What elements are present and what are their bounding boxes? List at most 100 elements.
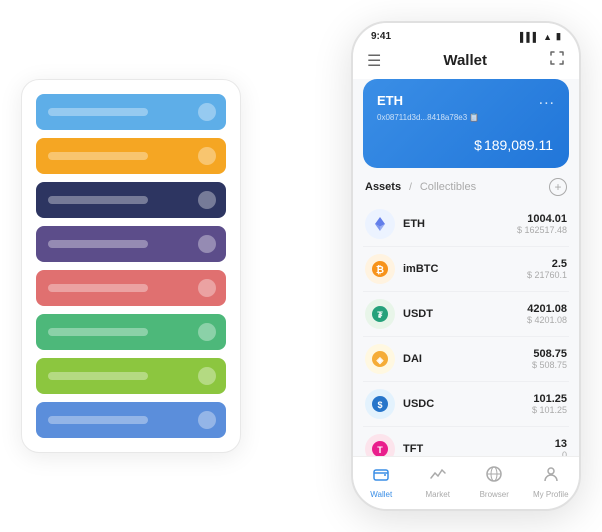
nav-profile[interactable]: My Profile	[523, 465, 580, 499]
asset-name: imBTC	[403, 263, 527, 275]
asset-amount-usd: $ 4201.08	[527, 315, 567, 325]
card-icon	[198, 411, 216, 429]
menu-icon[interactable]: ☰	[367, 51, 381, 71]
list-item[interactable]	[36, 402, 226, 438]
eth-asset-icon	[365, 209, 395, 239]
browser-nav-icon	[485, 465, 503, 488]
asset-name: ETH	[403, 218, 517, 230]
asset-amount-usd: $ 101.25	[532, 405, 567, 415]
asset-name: USDC	[403, 398, 532, 410]
scene: 9:41 ▌▌▌ ▲ ▮ ☰ Wallet ETH ...	[21, 16, 581, 516]
profile-nav-label: My Profile	[533, 490, 569, 499]
status-bar: 9:41 ▌▌▌ ▲ ▮	[353, 23, 579, 46]
card-icon	[198, 191, 216, 209]
asset-name: DAI	[403, 353, 532, 365]
list-item[interactable]	[36, 182, 226, 218]
table-row[interactable]: T TFT 13 0	[363, 427, 569, 456]
asset-amount-usd: $ 21760.1	[527, 270, 567, 280]
card-label	[48, 152, 148, 160]
asset-amounts: 4201.08 $ 4201.08	[527, 303, 567, 325]
asset-amounts: 1004.01 $ 162517.48	[517, 213, 567, 235]
phone-header: ☰ Wallet	[353, 46, 579, 79]
wallet-nav-label: Wallet	[370, 490, 392, 499]
phone-mockup: 9:41 ▌▌▌ ▲ ▮ ☰ Wallet ETH ...	[351, 21, 581, 511]
dai-asset-icon: ◈	[365, 344, 395, 374]
add-icon: +	[554, 180, 561, 194]
eth-card-name: ETH	[377, 93, 403, 108]
card-label	[48, 416, 148, 424]
asset-list: ETH 1004.01 $ 162517.48 ₿ imBTC 2.5 $ 21…	[363, 202, 569, 456]
usdc-asset-icon: $	[365, 389, 395, 419]
nav-wallet[interactable]: Wallet	[353, 465, 410, 499]
imbtc-asset-icon: ₿	[365, 254, 395, 284]
asset-amount-main: 101.25	[532, 393, 567, 405]
asset-amounts: 101.25 $ 101.25	[532, 393, 567, 415]
table-row[interactable]: ETH 1004.01 $ 162517.48	[363, 202, 569, 247]
card-label	[48, 240, 148, 248]
list-item[interactable]	[36, 358, 226, 394]
list-item[interactable]	[36, 270, 226, 306]
wifi-icon: ▲	[543, 32, 552, 42]
eth-card-amount: $189,089.11	[377, 130, 555, 156]
header-title: Wallet	[381, 52, 549, 69]
market-nav-label: Market	[426, 490, 450, 499]
eth-card-address: 0x08711d3d...8418a78e3 📋	[377, 113, 555, 122]
svg-text:₮: ₮	[377, 310, 383, 320]
signal-icon: ▌▌▌	[520, 32, 539, 42]
asset-amount-main: 2.5	[527, 258, 567, 270]
eth-card[interactable]: ETH ... 0x08711d3d...8418a78e3 📋 $189,08…	[363, 79, 569, 168]
nav-browser[interactable]: Browser	[466, 465, 523, 499]
card-icon	[198, 279, 216, 297]
card-icon	[198, 147, 216, 165]
asset-amount-main: 4201.08	[527, 303, 567, 315]
svg-text:₿: ₿	[376, 264, 384, 276]
table-row[interactable]: ₿ imBTC 2.5 $ 21760.1	[363, 247, 569, 292]
expand-icon[interactable]	[549, 50, 565, 71]
phone-body: ETH ... 0x08711d3d...8418a78e3 📋 $189,08…	[353, 79, 579, 456]
asset-amount-main: 508.75	[532, 348, 567, 360]
card-stack	[21, 79, 241, 453]
table-row[interactable]: $ USDC 101.25 $ 101.25	[363, 382, 569, 427]
eth-card-header: ETH ...	[377, 91, 555, 109]
table-row[interactable]: ◈ DAI 508.75 $ 508.75	[363, 337, 569, 382]
tft-asset-icon: T	[365, 434, 395, 456]
asset-amounts: 2.5 $ 21760.1	[527, 258, 567, 280]
list-item[interactable]	[36, 138, 226, 174]
nav-market[interactable]: Market	[410, 465, 467, 499]
status-icons: ▌▌▌ ▲ ▮	[520, 31, 561, 42]
profile-nav-icon	[542, 465, 560, 488]
asset-amount-main: 1004.01	[517, 213, 567, 225]
battery-icon: ▮	[556, 31, 561, 42]
card-icon	[198, 103, 216, 121]
tab-separator: /	[409, 182, 412, 193]
asset-amount-usd: $ 162517.48	[517, 225, 567, 235]
svg-text:$: $	[377, 400, 382, 410]
asset-amount-main: 13	[555, 438, 567, 450]
card-label	[48, 108, 148, 116]
svg-text:◈: ◈	[376, 355, 385, 365]
asset-amounts: 508.75 $ 508.75	[532, 348, 567, 370]
list-item[interactable]	[36, 314, 226, 350]
card-icon	[198, 235, 216, 253]
tab-assets[interactable]: Assets	[365, 181, 401, 193]
currency-symbol: $	[474, 137, 482, 153]
card-label	[48, 372, 148, 380]
browser-nav-label: Browser	[480, 490, 509, 499]
card-label	[48, 284, 148, 292]
bottom-nav: Wallet Market Browser My Profile	[353, 456, 579, 509]
tab-collectibles[interactable]: Collectibles	[420, 181, 476, 193]
wallet-nav-icon	[372, 465, 390, 488]
list-item[interactable]	[36, 226, 226, 262]
usdt-asset-icon: ₮	[365, 299, 395, 329]
list-item[interactable]	[36, 94, 226, 130]
asset-name: TFT	[403, 443, 555, 455]
assets-tabs: Assets / Collectibles	[365, 181, 476, 193]
assets-header: Assets / Collectibles +	[363, 178, 569, 196]
add-asset-button[interactable]: +	[549, 178, 567, 196]
card-icon	[198, 323, 216, 341]
table-row[interactable]: ₮ USDT 4201.08 $ 4201.08	[363, 292, 569, 337]
asset-name: USDT	[403, 308, 527, 320]
eth-card-dots[interactable]: ...	[539, 91, 555, 109]
status-time: 9:41	[371, 31, 391, 42]
market-nav-icon	[429, 465, 447, 488]
